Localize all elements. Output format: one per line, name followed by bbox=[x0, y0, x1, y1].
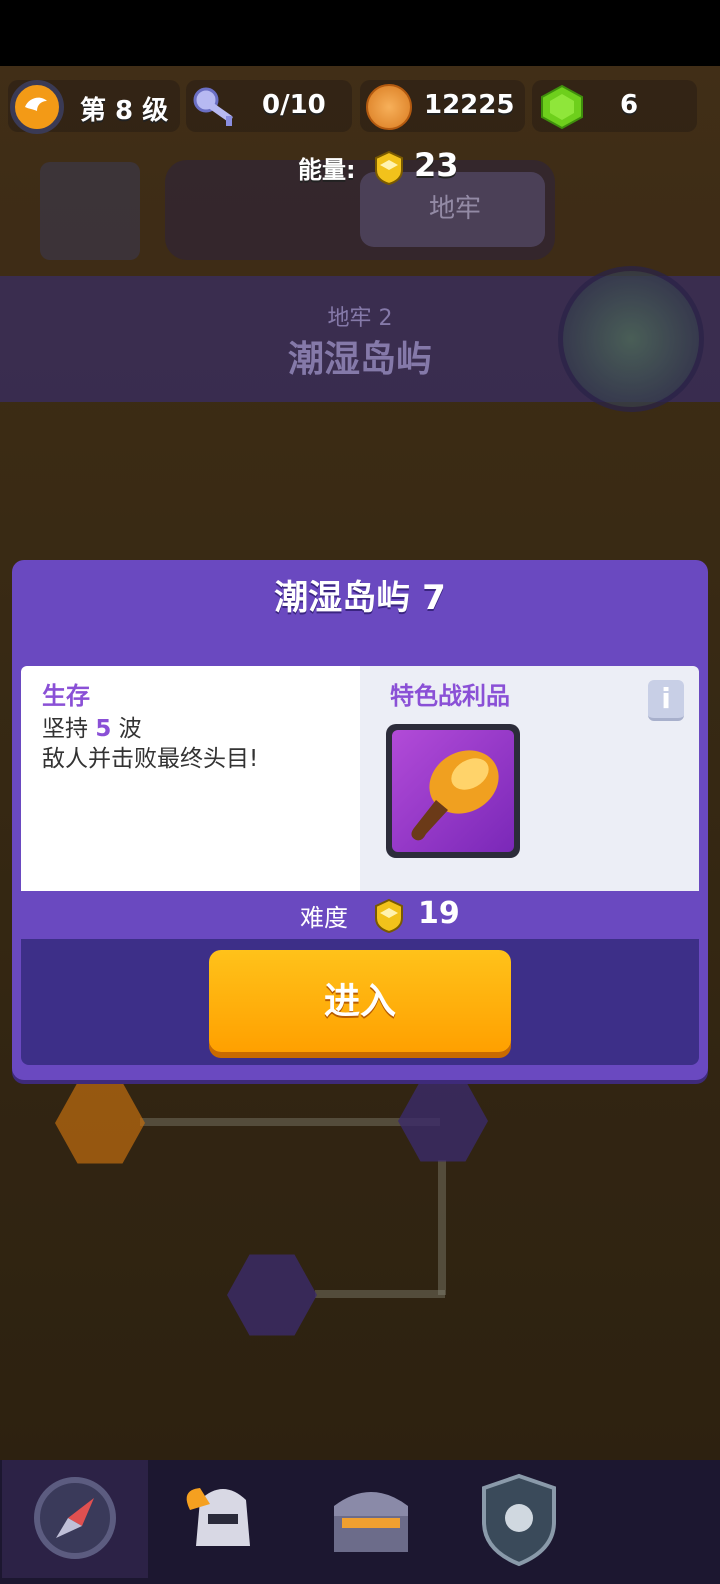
difficulty-value: 19 bbox=[418, 896, 460, 931]
map-path bbox=[140, 1118, 440, 1126]
objective-prefix: 坚持 bbox=[42, 716, 88, 742]
mode-tab-dungeon-label: 地牢 bbox=[428, 194, 481, 224]
compass-icon bbox=[34, 1477, 116, 1559]
gems-count: 6 bbox=[620, 90, 639, 120]
drumstick-icon bbox=[392, 730, 514, 852]
chest-icon bbox=[334, 1492, 408, 1552]
difficulty-shield-icon bbox=[374, 898, 404, 938]
objective-waves: 5 bbox=[95, 716, 112, 742]
level-ring-icon bbox=[10, 80, 64, 134]
helmet-icon bbox=[186, 1488, 250, 1546]
objective-heading: 生存 bbox=[42, 682, 90, 710]
objective-suffix: 波 bbox=[118, 716, 142, 742]
nav-tab-guild[interactable] bbox=[446, 1460, 592, 1578]
nav-tab-heroes[interactable] bbox=[150, 1460, 296, 1578]
info-button[interactable]: i bbox=[648, 680, 684, 721]
loot-heading: 特色战利品 bbox=[390, 682, 510, 710]
objective-text: 坚持 5 波 敌人并击败最终头目! bbox=[42, 714, 352, 774]
shield-badge-icon bbox=[482, 1473, 556, 1567]
level-label: 第 8 级 bbox=[80, 96, 169, 126]
status-bar bbox=[0, 0, 720, 66]
keys-count: 0/10 bbox=[262, 90, 326, 120]
nav-tab-chests[interactable] bbox=[298, 1460, 444, 1578]
energy-label: 能量: bbox=[298, 156, 356, 184]
map-path bbox=[438, 1160, 446, 1295]
nav-tab-map[interactable] bbox=[2, 1460, 148, 1578]
difficulty-bar bbox=[21, 891, 699, 939]
energy-value: 23 bbox=[414, 146, 459, 184]
guild-banner-button[interactable] bbox=[40, 162, 140, 260]
dungeon-portrait[interactable] bbox=[558, 266, 704, 412]
key-icon bbox=[190, 82, 242, 136]
enter-button[interactable]: 进入 bbox=[209, 950, 511, 1052]
objective-line2: 敌人并击败最终头目! bbox=[42, 746, 259, 772]
coin-icon bbox=[366, 84, 412, 130]
difficulty-label: 难度 bbox=[300, 904, 348, 932]
gem-icon bbox=[540, 84, 584, 134]
energy-shield-icon bbox=[374, 150, 404, 190]
map-path bbox=[315, 1290, 445, 1298]
coins-count: 12225 bbox=[424, 90, 515, 120]
dialog-title: 潮湿岛屿 7 bbox=[274, 578, 446, 618]
